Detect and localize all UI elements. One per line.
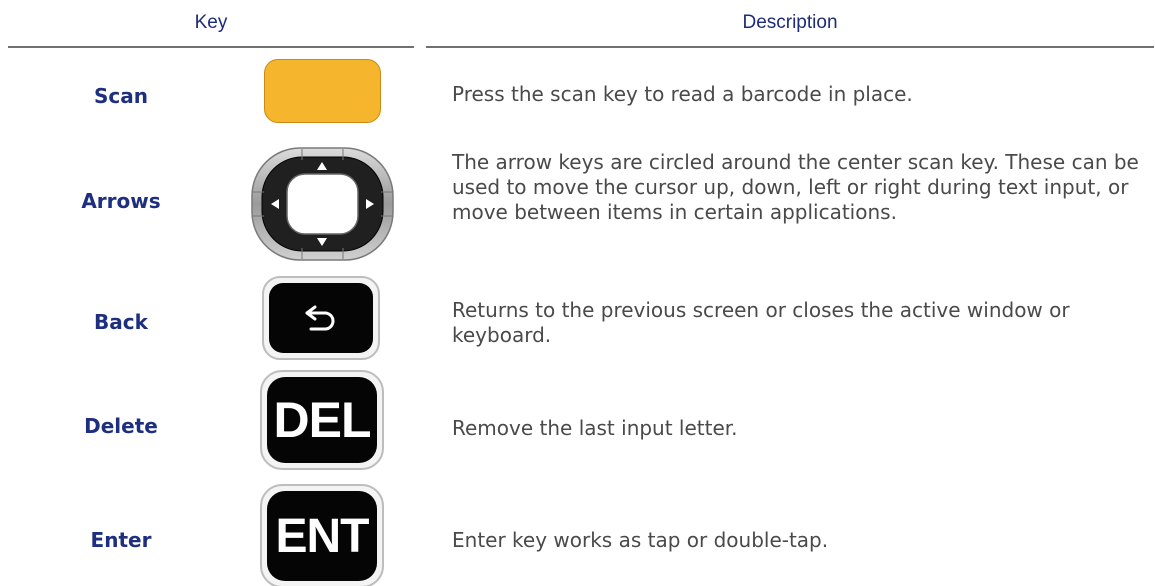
column-header-key: Key bbox=[8, 0, 414, 48]
arrow-keys-icon bbox=[251, 144, 394, 264]
key-name: Scan bbox=[94, 84, 148, 108]
key-name: Arrows bbox=[81, 189, 161, 213]
back-arrow-icon bbox=[256, 276, 386, 360]
table-row-delete: Delete DEL Remove the last input letter. bbox=[0, 370, 1155, 472]
arrow-keys-graphic bbox=[251, 147, 394, 261]
table-row-arrows: Arrows The arrow keys are circled around… bbox=[0, 144, 1155, 270]
column-header-key-label: Key bbox=[194, 12, 228, 33]
key-description: Press the scan key to read a barcode in … bbox=[452, 82, 913, 106]
del-key-face: DEL bbox=[267, 377, 377, 463]
key-description: Enter key works as tap or double-tap. bbox=[452, 528, 829, 552]
key-name: Enter bbox=[90, 528, 152, 552]
del-key-icon: DEL bbox=[256, 370, 386, 470]
table-row-back: Back Returns to the previous screen or c… bbox=[0, 274, 1155, 360]
table-row-enter: Enter ENT Enter key works as tap or doub… bbox=[0, 480, 1155, 586]
key-description: Remove the last input letter. bbox=[452, 416, 738, 440]
ent-key-frame: ENT bbox=[260, 484, 384, 586]
key-name: Delete bbox=[84, 414, 158, 438]
column-header-description: Description bbox=[426, 0, 1154, 48]
ent-key-face: ENT bbox=[267, 491, 377, 581]
key-description: Returns to the previous screen or closes… bbox=[452, 298, 1070, 347]
back-arrow-glyph bbox=[305, 305, 335, 331]
key-description: The arrow keys are circled around the ce… bbox=[452, 150, 1139, 224]
scan-key-face bbox=[264, 59, 381, 123]
key-name: Back bbox=[94, 310, 148, 334]
column-header-description-label: Description bbox=[742, 12, 838, 33]
back-key-face bbox=[269, 283, 373, 353]
table-row-scan: Scan Press the scan key to read a barcod… bbox=[0, 58, 1155, 128]
ent-key-icon: ENT bbox=[256, 484, 386, 586]
del-key-frame: DEL bbox=[260, 370, 384, 470]
back-key-frame bbox=[262, 276, 380, 360]
scan-key-icon bbox=[256, 59, 386, 125]
